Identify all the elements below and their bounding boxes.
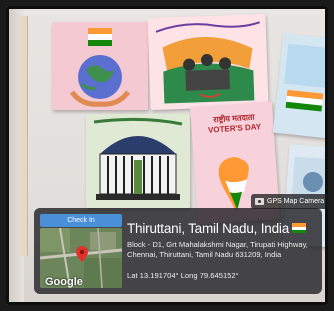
- camera-icon: [255, 198, 264, 205]
- gps-camera-label: GPS Map Camera: [267, 198, 325, 205]
- location-title: Thiruttani, Tamil Nadu, India: [127, 221, 307, 236]
- gps-camera-tag: GPS Map Camera: [251, 194, 331, 209]
- map-pin-icon: [76, 246, 88, 262]
- map-thumbnail[interactable]: Google: [40, 228, 122, 288]
- checkin-button[interactable]: Check In: [40, 214, 122, 227]
- india-flag-icon: [292, 223, 307, 234]
- google-logo: Google: [45, 276, 83, 288]
- location-address: Block - D1, Grt Mahalakshmi Nagar, Tirup…: [127, 240, 308, 259]
- location-latlong: Lat 13.191704° Long 79.645152°: [127, 271, 239, 280]
- location-title-text: Thiruttani, Tamil Nadu, India: [127, 221, 290, 236]
